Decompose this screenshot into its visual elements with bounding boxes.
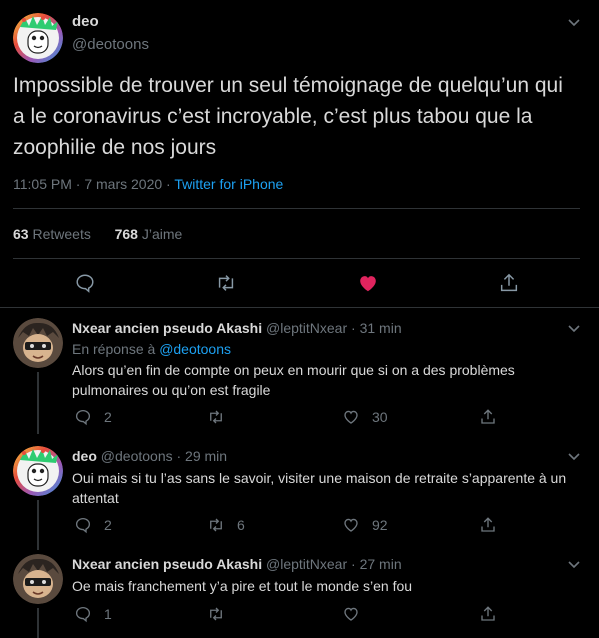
likes-count: 768 — [114, 226, 138, 242]
tweet-timestamp[interactable]: 11:05 PM · 7 mars 2020 — [13, 176, 162, 192]
like-button[interactable]: 30 — [342, 407, 388, 427]
retweet-count: 6 — [237, 517, 245, 533]
chevron-down-icon[interactable] — [566, 448, 582, 464]
heart-icon — [344, 607, 358, 621]
retweet-button[interactable] — [215, 272, 237, 294]
divider — [13, 258, 580, 259]
like-button[interactable] — [357, 272, 379, 294]
tweet-stats: 63 Retweets 768 J’aime — [13, 226, 182, 242]
replying-to-label: En réponse à — [72, 341, 156, 357]
likes-stat[interactable]: 768 J’aime — [115, 226, 183, 242]
reply-timestamp[interactable]: · 27 min — [351, 556, 402, 572]
heart-icon — [344, 518, 358, 532]
avatar[interactable] — [13, 446, 63, 496]
reply-button[interactable]: 2 — [74, 515, 112, 535]
avatar[interactable] — [13, 318, 63, 368]
like-count: 30 — [372, 409, 388, 425]
author-handle[interactable]: @deotoons — [72, 36, 149, 53]
retweet-button[interactable] — [207, 407, 237, 427]
reply-icon — [76, 274, 94, 293]
share-icon — [481, 606, 495, 621]
likes-label: J’aime — [141, 226, 183, 242]
thread-line — [37, 372, 39, 434]
retweets-count: 63 — [13, 226, 29, 242]
retweet-button[interactable] — [207, 604, 237, 624]
reply-text: Oe mais franchement y’a pire et tout le … — [72, 578, 413, 594]
reply-button[interactable]: 1 — [74, 604, 112, 624]
chevron-down-icon[interactable] — [566, 14, 582, 30]
heart-icon — [344, 410, 358, 424]
heart-icon — [360, 276, 376, 292]
retweet-icon — [210, 607, 222, 621]
author-handle[interactable]: @deotoons — [101, 448, 173, 464]
thread-line — [37, 500, 39, 550]
retweets-label: Retweets — [32, 226, 91, 242]
share-button[interactable] — [498, 272, 520, 294]
reply-text: Oui mais si tu l’as sans le savoir, visi… — [72, 470, 567, 506]
replying-to-handle[interactable]: @deotoons — [159, 341, 231, 357]
tweet-source[interactable]: Twitter for iPhone — [174, 176, 283, 192]
retweet-icon — [210, 518, 222, 532]
author-handle[interactable]: @leptitNxear — [266, 320, 347, 336]
reply-timestamp[interactable]: · 31 min — [351, 320, 402, 336]
divider — [0, 307, 599, 308]
like-button[interactable]: 92 — [342, 515, 388, 535]
reply-text: Alors qu’en fin de compte on peux en mou… — [72, 362, 515, 398]
tweet-meta: 11:05 PM · 7 mars 2020 · Twitter for iPh… — [13, 176, 283, 192]
author-name[interactable]: deo — [72, 13, 99, 30]
reply-button[interactable] — [74, 272, 96, 294]
author-name[interactable]: deo — [72, 448, 97, 464]
reply-icon — [75, 409, 91, 426]
share-button[interactable] — [479, 515, 509, 535]
reply-header: Nxear ancien pseudo Akashi @leptitNxear … — [72, 320, 402, 336]
retweets-stat[interactable]: 63 Retweets — [13, 226, 91, 242]
share-icon — [481, 409, 495, 424]
meta-separator: · — [162, 176, 175, 192]
avatar[interactable] — [13, 13, 63, 63]
tweet-text: Impossible de trouver un seul témoignage… — [13, 74, 563, 159]
retweet-icon — [218, 275, 234, 291]
divider — [13, 208, 580, 209]
reply-timestamp[interactable]: · 29 min — [177, 448, 228, 464]
share-icon — [481, 517, 495, 532]
author-name[interactable]: Nxear ancien pseudo Akashi — [72, 320, 262, 336]
reply-header: deo @deotoons · 29 min — [72, 448, 227, 464]
thread-line — [37, 608, 39, 638]
chevron-down-icon[interactable] — [566, 320, 582, 336]
avatar[interactable] — [13, 554, 63, 604]
reply-icon — [75, 517, 91, 534]
like-count: 92 — [372, 517, 388, 533]
reply-count: 2 — [104, 409, 112, 425]
reply-header: Nxear ancien pseudo Akashi @leptitNxear … — [72, 556, 402, 572]
retweet-button[interactable]: 6 — [207, 515, 245, 535]
share-button[interactable] — [479, 604, 509, 624]
chevron-down-icon[interactable] — [566, 556, 582, 572]
replying-to: En réponse à @deotoons — [72, 341, 231, 357]
author-name[interactable]: Nxear ancien pseudo Akashi — [72, 556, 262, 572]
reply-count: 1 — [104, 606, 112, 622]
reply-button[interactable]: 2 — [74, 407, 112, 427]
author-handle[interactable]: @leptitNxear — [266, 556, 347, 572]
reply-icon — [75, 606, 91, 623]
reply-count: 2 — [104, 517, 112, 533]
share-button[interactable] — [479, 407, 509, 427]
like-button[interactable] — [342, 604, 372, 624]
share-icon — [500, 273, 518, 292]
retweet-icon — [210, 410, 222, 424]
